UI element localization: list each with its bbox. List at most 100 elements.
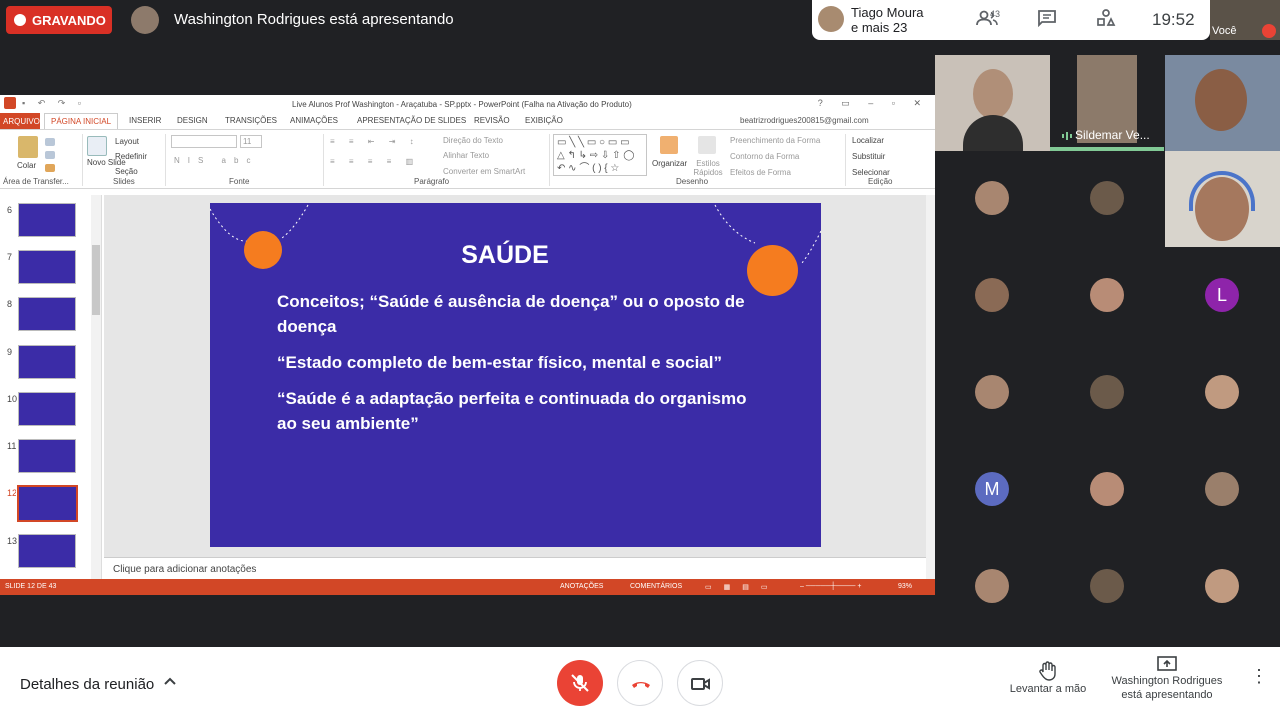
- mic-off-button[interactable]: [557, 660, 603, 706]
- tab-arquivo[interactable]: ARQUIVO: [0, 113, 40, 129]
- participant-video-speaking[interactable]: Sildemar Ve...: [1050, 55, 1164, 151]
- slide-thumbnail[interactable]: [18, 439, 76, 473]
- participant-tile[interactable]: [1050, 539, 1165, 635]
- shape-effects-button[interactable]: Efeitos de Forma: [730, 168, 791, 177]
- other-presenters-card[interactable]: Tiago Moura e mais 23: [812, 0, 955, 40]
- zoom-level[interactable]: 93%: [898, 583, 912, 590]
- tab-exibicao[interactable]: EXIBIÇÃO: [525, 116, 563, 125]
- arrange-icon[interactable]: [660, 136, 678, 154]
- participant-tile[interactable]: [935, 539, 1050, 635]
- meeting-details-button[interactable]: Detalhes da reunião: [20, 676, 154, 693]
- layout-button[interactable]: Layout: [115, 137, 139, 146]
- participant-tile[interactable]: [1165, 345, 1280, 441]
- select-button[interactable]: Selecionar: [852, 168, 890, 177]
- chat-icon[interactable]: [1035, 9, 1059, 31]
- present-button[interactable]: Washington Rodrigues está apresentando: [1105, 656, 1229, 702]
- participant-tile[interactable]: [1050, 248, 1165, 344]
- tab-apresentacao[interactable]: APRESENTAÇÃO DE SLIDES: [357, 116, 466, 125]
- reset-button[interactable]: Redefinir: [115, 152, 147, 161]
- slide-scrollbar[interactable]: [926, 195, 935, 579]
- thumbnail-number: 7: [7, 252, 13, 262]
- text-direction-button[interactable]: Direção do Texto: [443, 136, 503, 145]
- new-slide-icon[interactable]: [87, 136, 107, 156]
- find-button[interactable]: Localizar: [852, 136, 884, 145]
- slide-thumbnail[interactable]: [18, 345, 76, 379]
- align-text-button[interactable]: Alinhar Texto: [443, 151, 489, 160]
- participant-tile[interactable]: [1165, 442, 1280, 538]
- muted-icon: [1262, 24, 1276, 38]
- list-buttons[interactable]: ≡ ≡ ⇤ ⇥ ↕: [330, 137, 420, 146]
- participant-video[interactable]: [1165, 151, 1280, 247]
- font-family-select[interactable]: [171, 135, 237, 148]
- clock: 19:52: [1152, 10, 1195, 29]
- notes-pane[interactable]: Clique para adicionar anotações: [104, 557, 926, 579]
- slide-thumbnail[interactable]: [18, 203, 76, 237]
- smartart-button[interactable]: Converter em SmartArt: [443, 167, 525, 176]
- quick-styles-button[interactable]: Estilos Rápidos: [690, 159, 726, 177]
- participant-tile[interactable]: [1165, 539, 1280, 635]
- view-buttons[interactable]: ▭▦▤▭: [705, 583, 779, 591]
- paste-button[interactable]: Colar: [17, 161, 36, 170]
- slide-thumbnail[interactable]: [18, 250, 76, 284]
- participant-tile[interactable]: [1050, 442, 1165, 538]
- tab-transicoes[interactable]: TRANSIÇÕES: [225, 116, 277, 125]
- tab-inserir[interactable]: INSERIR: [129, 116, 161, 125]
- slide-thumbnails-pane: 6 7 8 9 10 11 12 13: [0, 195, 102, 579]
- participant-tile[interactable]: [935, 248, 1050, 344]
- tab-animacoes[interactable]: ANIMAÇÕES: [290, 116, 338, 125]
- participant-video[interactable]: [935, 55, 1050, 151]
- thumbnail-number: 11: [7, 441, 17, 451]
- font-size-select[interactable]: 11: [240, 135, 262, 148]
- quick-styles-icon[interactable]: [698, 136, 716, 154]
- replace-button[interactable]: Substituir: [852, 152, 885, 161]
- slide-thumbnail[interactable]: [18, 297, 76, 331]
- participant-tile[interactable]: L: [1165, 248, 1280, 344]
- shapes-gallery[interactable]: ▭ ╲ ╲ ▭ ○ ▭ ▭ △ ↰ ↳ ⇨ ⇩ ⇧ ◯ ↶ ∿ ⌒ ( ) { ☆: [553, 134, 647, 176]
- group-paragraph-label: Parágrafo: [414, 177, 450, 186]
- hand-icon: [1000, 661, 1096, 683]
- tab-pagina-inicial[interactable]: PÁGINA INICIAL: [44, 113, 119, 130]
- font-format-buttons[interactable]: NIS abc: [174, 156, 258, 165]
- participant-tile[interactable]: [935, 345, 1050, 441]
- status-bar: SLIDE 12 DE 43 ANOTAÇÕES COMENTÁRIOS ▭▦▤…: [0, 579, 935, 595]
- paste-icon[interactable]: [18, 136, 38, 158]
- align-buttons[interactable]: ≡ ≡ ≡ ≡ ▥: [330, 157, 419, 166]
- window-controls[interactable]: ? ▭ – ▫ ✕: [818, 98, 929, 109]
- slide-thumbnail[interactable]: [18, 534, 76, 568]
- self-view-tile[interactable]: Você: [1210, 0, 1280, 40]
- meet-top-bar: GRAVANDO Washington Rodrigues está apres…: [0, 0, 1280, 40]
- section-button[interactable]: Seção: [115, 167, 138, 176]
- arrange-button[interactable]: Organizar: [652, 159, 687, 168]
- format-painter-icon[interactable]: [45, 164, 55, 172]
- participant-tile[interactable]: [935, 151, 1050, 247]
- zoom-slider[interactable]: – ─────┼──── +: [800, 583, 861, 590]
- copy-icon[interactable]: [45, 151, 55, 159]
- current-slide[interactable]: SAÚDE Conceitos; “Saúde é ausência de do…: [210, 203, 821, 547]
- tab-design[interactable]: DESIGN: [177, 116, 208, 125]
- camera-button[interactable]: [677, 660, 723, 706]
- slide-thumbnail[interactable]: [18, 392, 76, 426]
- quick-access-toolbar[interactable]: ▪ ↶ ↷ ▫: [22, 98, 86, 109]
- headphones-icon: [1189, 171, 1255, 211]
- cut-icon[interactable]: [45, 138, 55, 146]
- shape-fill-button[interactable]: Preenchimento da Forma: [730, 136, 820, 145]
- activities-icon[interactable]: [1094, 9, 1118, 31]
- tab-revisao[interactable]: REVISÃO: [474, 116, 510, 125]
- notes-toggle[interactable]: ANOTAÇÕES: [560, 583, 603, 590]
- participant-video[interactable]: [1165, 55, 1280, 151]
- participant-tile[interactable]: [1050, 151, 1165, 247]
- thumbnails-scrollbar[interactable]: [91, 195, 101, 579]
- more-options-icon[interactable]: ⋮: [1250, 667, 1268, 685]
- scrollbar-thumb[interactable]: [92, 245, 100, 315]
- chevron-up-icon[interactable]: [164, 674, 176, 689]
- participant-tile[interactable]: [1050, 345, 1165, 441]
- leave-call-button[interactable]: [617, 660, 663, 706]
- ribbon-divider: [82, 134, 83, 186]
- raise-hand-button[interactable]: Levantar a mão: [1000, 661, 1096, 695]
- slide-thumbnail-selected[interactable]: [16, 484, 79, 523]
- comments-toggle[interactable]: COMENTÁRIOS: [630, 583, 682, 590]
- thumbnail-number: 6: [7, 205, 13, 215]
- shape-outline-button[interactable]: Contorno da Forma: [730, 152, 799, 161]
- participant-tile[interactable]: M: [935, 442, 1050, 538]
- account-email[interactable]: beatrizrodrigues200815@gmail.com: [740, 116, 869, 125]
